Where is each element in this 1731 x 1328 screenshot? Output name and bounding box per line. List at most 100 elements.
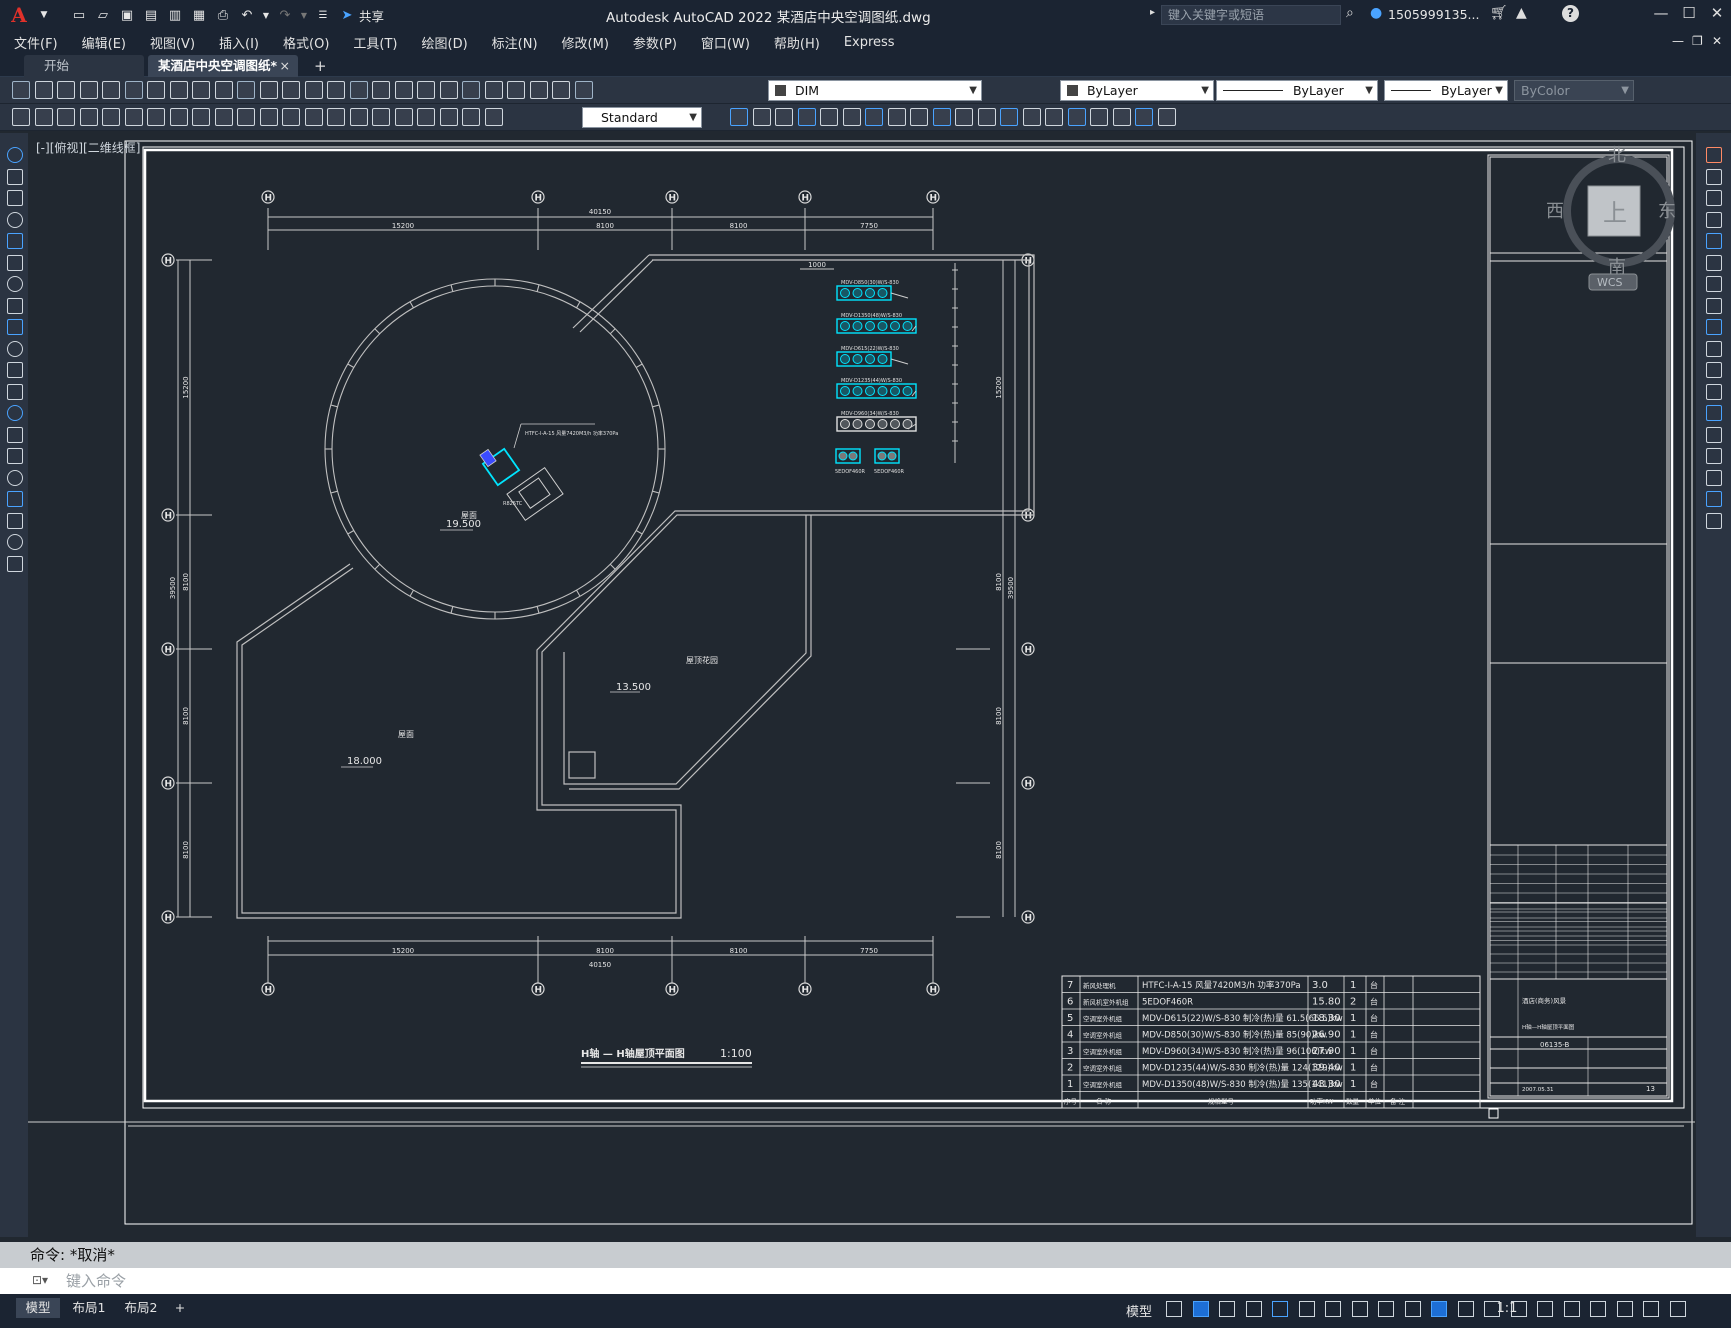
radius-icon[interactable] [102, 108, 120, 126]
break-icon[interactable] [282, 108, 300, 126]
draw-gradient-icon[interactable] [7, 469, 23, 486]
redo-icon[interactable] [259, 81, 278, 99]
modify-scale-icon[interactable] [1706, 297, 1722, 314]
draw-ellipse-arc-icon[interactable] [7, 362, 23, 378]
draw-hatch-icon[interactable] [7, 448, 23, 464]
plot-icon[interactable]: ⎙ [214, 6, 232, 24]
region-icon[interactable] [910, 108, 928, 126]
search-input[interactable]: 键入关键字或短语 [1161, 5, 1341, 25]
draw-circle-icon[interactable] [7, 276, 23, 292]
draw-insert-block-icon[interactable] [7, 383, 23, 400]
copy-icon[interactable] [169, 81, 188, 99]
autodesk-app-icon[interactable]: ▲ [1516, 5, 1527, 21]
attdef-icon[interactable] [820, 108, 838, 126]
draw-construction-line-icon[interactable] [7, 190, 23, 206]
app-menu-chevron-icon[interactable]: ▼ [35, 6, 53, 24]
markup-icon[interactable] [462, 81, 480, 99]
status-osnap-icon[interactable] [1325, 1301, 1341, 1317]
status-polar-icon[interactable] [1245, 1301, 1262, 1317]
undo-icon[interactable]: ↶ [238, 6, 256, 24]
new-file-icon[interactable]: ▭ [70, 6, 88, 24]
menu-modify[interactable]: 修改(M) [562, 33, 609, 52]
modify-trim-icon[interactable] [1706, 340, 1722, 357]
share-button[interactable]: 共享 [359, 6, 384, 25]
jogged-icon[interactable] [124, 108, 143, 126]
modify-chamfer-icon[interactable] [1706, 448, 1722, 464]
status-isometric-icon[interactable] [1272, 1301, 1288, 1317]
arc-length-icon[interactable] [57, 108, 75, 126]
hatch-icon[interactable] [887, 108, 906, 126]
modify-break-icon[interactable] [1706, 405, 1722, 421]
command-recent-icon[interactable]: ⊡▾ [32, 1273, 48, 1287]
status-grid-icon[interactable] [1166, 1301, 1182, 1317]
tolerance-icon[interactable] [304, 108, 323, 126]
doc-close-icon[interactable]: ✕ [1712, 34, 1722, 48]
redo-dropdown-icon[interactable]: ▼ [300, 6, 308, 24]
status-customize-icon[interactable] [1669, 1301, 1686, 1317]
publish-icon[interactable] [124, 81, 143, 99]
modify-copy-icon[interactable] [1706, 168, 1722, 185]
status-selection-cycling-icon[interactable] [1404, 1301, 1421, 1317]
draw-polygon-icon[interactable] [7, 211, 23, 228]
draw-cloud-icon[interactable] [7, 297, 23, 314]
menu-dimension[interactable]: 标注(N) [492, 33, 538, 52]
save-icon[interactable] [57, 81, 75, 99]
zoom-prev-icon[interactable] [349, 81, 368, 99]
dimstyle-dropdown[interactable]: Standard ▼ [582, 107, 702, 128]
help-icon[interactable] [507, 81, 525, 99]
redo-icon[interactable]: ↷ [276, 6, 294, 24]
view-icon[interactable] [977, 108, 996, 126]
modify-fillet-icon[interactable] [1706, 469, 1722, 486]
zoom-icon[interactable] [304, 81, 323, 99]
material-icon[interactable] [1067, 108, 1086, 126]
layer-dropdown[interactable]: DIM ▼ [768, 80, 982, 101]
modify-mirror-icon[interactable] [1706, 190, 1722, 206]
modify-erase-icon[interactable] [1706, 147, 1722, 163]
update-icon[interactable] [394, 108, 413, 126]
status-clean-screen-icon[interactable] [1643, 1301, 1659, 1317]
modify-rotate-icon[interactable] [1706, 276, 1722, 292]
close-icon[interactable]: ✕ [1706, 4, 1728, 24]
table-icon[interactable] [932, 108, 951, 126]
new-icon[interactable] [12, 81, 30, 99]
maximize-icon[interactable]: ☐ [1678, 4, 1700, 24]
minimize-icon[interactable]: — [1650, 4, 1672, 24]
status-ortho-icon[interactable] [1219, 1301, 1235, 1317]
help-icon[interactable]: ? [1562, 5, 1579, 22]
modify-offset-icon[interactable] [1706, 211, 1722, 228]
match-props-icon[interactable] [214, 81, 233, 99]
command-input[interactable]: 键入命令 [0, 1268, 1731, 1294]
status-units-icon[interactable] [1537, 1301, 1553, 1317]
menu-express[interactable]: Express [844, 35, 895, 50]
draw-table-icon[interactable] [7, 512, 23, 529]
paste-icon[interactable] [192, 81, 210, 99]
geo-icon[interactable] [1135, 108, 1153, 126]
status-transparency-icon[interactable] [1378, 1301, 1394, 1317]
quick-dim-icon[interactable] [192, 108, 210, 126]
block-icon[interactable] [775, 108, 793, 126]
status-snap-icon[interactable] [1192, 1301, 1209, 1317]
draw-multiline-text-icon[interactable] [7, 534, 23, 550]
continue-icon[interactable] [237, 108, 255, 126]
doc-minimize-icon[interactable]: — [1672, 34, 1684, 48]
tab-start[interactable]: 开始 [24, 55, 144, 77]
modify-array-icon[interactable] [1706, 233, 1722, 249]
modify-extend-icon[interactable] [1706, 362, 1722, 378]
modify-explode-icon[interactable] [1706, 512, 1722, 529]
menu-window[interactable]: 窗口(W) [701, 33, 750, 52]
menu-file[interactable]: 文件(F) [14, 33, 58, 52]
search-expand-icon[interactable]: ▸ [1150, 7, 1155, 18]
sun-icon[interactable] [1112, 108, 1131, 126]
draw-spline-icon[interactable] [7, 319, 23, 335]
tool-palette-icon[interactable] [417, 81, 435, 99]
lineweight-dropdown[interactable]: ByLayer ▼ [1384, 80, 1508, 101]
refedit-icon[interactable] [730, 108, 748, 126]
status-isolate-icon[interactable] [1590, 1301, 1606, 1317]
draw-line-icon[interactable] [7, 147, 23, 163]
inspect-icon[interactable] [349, 108, 368, 126]
save-as-icon[interactable]: ▤ [142, 6, 160, 24]
share-icon[interactable]: ➤ [338, 6, 356, 24]
status-quick-props-icon[interactable] [1563, 1301, 1580, 1317]
tab-layout1[interactable]: 布局1 [64, 1298, 114, 1318]
draw-make-block-icon[interactable] [7, 405, 23, 421]
